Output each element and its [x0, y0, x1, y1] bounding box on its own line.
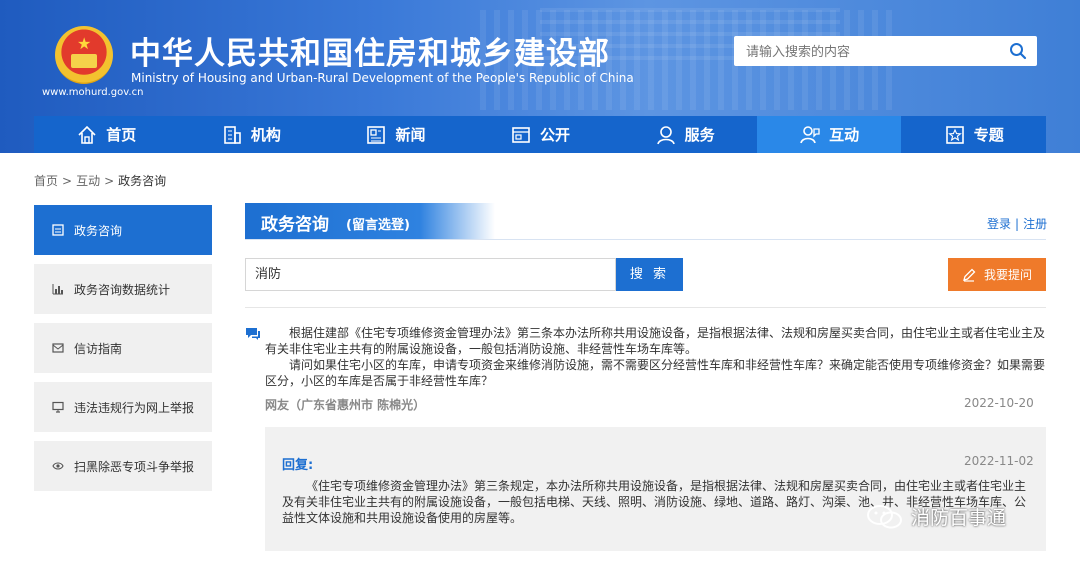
- service-icon: [656, 125, 675, 144]
- watermark-text: 消防百事通: [911, 507, 1007, 529]
- register-link[interactable]: 注册: [1023, 217, 1047, 231]
- nav-item-service[interactable]: 服务: [612, 116, 757, 153]
- question-date: 2022-10-20: [964, 396, 1034, 410]
- main-nav: 首页 机构 新闻 公开 服务 互动 专题: [34, 116, 1046, 153]
- sidebar-item-label: 扫黑除恶专项斗争举报: [74, 459, 195, 474]
- header-search: [734, 36, 1037, 66]
- sidebar-item-petition-guide[interactable]: 信访指南: [34, 323, 212, 373]
- login-link[interactable]: 登录: [987, 217, 1011, 231]
- section-title: 政务咨询: [261, 215, 329, 235]
- breadcrumb-section[interactable]: 互动: [76, 174, 100, 188]
- sidebar-item-statistics[interactable]: 政务咨询数据统计: [34, 264, 212, 314]
- sidebar-item-crime-report[interactable]: 扫黑除恶专项斗争举报: [34, 441, 212, 491]
- nav-label: 互动: [829, 126, 860, 144]
- chat-bubble-icon: [246, 328, 260, 340]
- sidebar-item-consultation[interactable]: 政务咨询: [34, 205, 212, 255]
- breadcrumb-current: 政务咨询: [118, 174, 167, 188]
- building-icon: [224, 125, 241, 144]
- national-emblem-icon[interactable]: ★: [55, 26, 113, 84]
- nav-item-institutions[interactable]: 机构: [179, 116, 324, 153]
- nav-label: 服务: [684, 126, 715, 144]
- pencil-icon: [963, 268, 976, 282]
- open-doc-icon: [512, 126, 530, 143]
- nav-item-interact[interactable]: 互动: [756, 116, 902, 153]
- nav-item-home[interactable]: 首页: [34, 116, 179, 153]
- sidebar-item-violation-report[interactable]: 违法违规行为网上举报: [34, 382, 212, 432]
- site-title-cn[interactable]: 中华人民共和国住房和城乡建设部: [130, 28, 610, 73]
- auth-links: 登录 | 注册: [987, 215, 1047, 232]
- chart-icon: [52, 284, 63, 295]
- nav-label: 首页: [106, 126, 137, 144]
- nav-label: 专题: [973, 126, 1004, 144]
- thread-divider: [245, 307, 1046, 308]
- nav-label: 新闻: [395, 126, 426, 144]
- question-text: 根据住建部《住宅专项维修资金管理办法》第三条本办法所称共用设施设备，是指根据法律…: [265, 325, 1047, 389]
- sidebar-item-label: 信访指南: [74, 341, 123, 356]
- section-header: 政务咨询 (留言选登): [245, 203, 495, 239]
- monitor-icon: [52, 401, 64, 413]
- question-paragraph: 请问如果住宅小区的车库，申请专项资金来维修消防设施，需不需要区分经营性车库和非经…: [265, 358, 1046, 388]
- section-divider: [245, 239, 1046, 240]
- mail-icon: [52, 343, 64, 353]
- sidebar-item-label: 违法违规行为网上举报: [74, 400, 195, 415]
- ask-question-label: 我要提问: [983, 268, 1032, 282]
- nav-label: 公开: [540, 126, 571, 144]
- search-input[interactable]: [744, 40, 988, 64]
- doc-icon: [52, 224, 64, 236]
- news-icon: [367, 125, 386, 144]
- interact-icon: [800, 125, 820, 143]
- search-button[interactable]: 搜 索: [616, 258, 683, 291]
- ask-question-button[interactable]: 我要提问: [948, 258, 1046, 291]
- breadcrumb-home[interactable]: 首页: [34, 174, 58, 188]
- topic-icon: [945, 125, 964, 144]
- sidebar-item-label: 政务咨询: [74, 223, 123, 238]
- query-input[interactable]: 消防: [245, 258, 616, 291]
- sidebar-item-label: 政务咨询数据统计: [74, 282, 171, 297]
- section-subtitle: (留言选登): [346, 218, 410, 233]
- search-icon[interactable]: [1009, 42, 1027, 60]
- question-paragraph: 根据住建部《住宅专项维修资金管理办法》第三条本办法所称共用设施设备，是指根据法律…: [265, 326, 1046, 356]
- reply-box: 回复: 2022-11-02 《住宅专项维修资金管理办法》第三条规定，本办法所称…: [265, 427, 1046, 551]
- home-icon: [78, 125, 96, 144]
- question-author: 网友（广东省惠州市 陈棉光）: [265, 398, 426, 412]
- nav-label: 机构: [250, 126, 281, 144]
- nav-item-news[interactable]: 新闻: [323, 116, 468, 153]
- watermark: 消防百事通: [865, 503, 1006, 530]
- breadcrumb: 首页 > 互动 > 政务咨询: [34, 172, 166, 189]
- auth-divider: |: [1015, 217, 1020, 231]
- eye-icon: [52, 462, 64, 470]
- wechat-icon: [867, 504, 902, 528]
- reply-date: 2022-11-02: [964, 454, 1034, 468]
- reply-label: 回复:: [282, 458, 314, 473]
- site-title-en: Ministry of Housing and Urban-Rural Deve…: [131, 71, 634, 85]
- breadcrumb-sep: >: [104, 174, 115, 188]
- breadcrumb-sep: >: [62, 174, 73, 188]
- site-url: www.mohurd.gov.cn: [42, 87, 144, 98]
- nav-item-open[interactable]: 公开: [468, 116, 613, 153]
- nav-item-topics[interactable]: 专题: [901, 116, 1046, 153]
